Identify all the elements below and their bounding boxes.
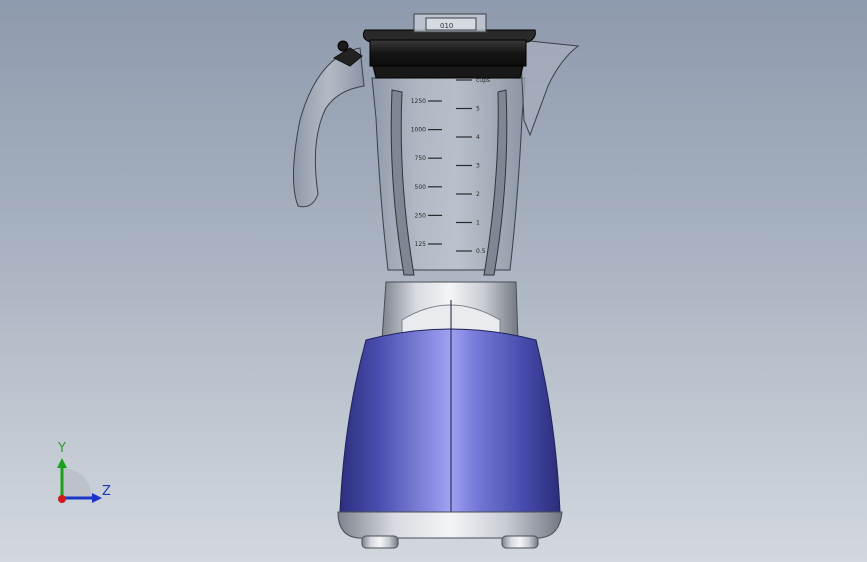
z-axis-label: Z bbox=[102, 484, 111, 499]
scale-label: 250 bbox=[415, 212, 427, 219]
scale-label: 500 bbox=[415, 184, 427, 191]
orientation-triad: Y Z bbox=[48, 438, 128, 518]
scale-label: cups bbox=[476, 77, 490, 84]
y-axis-label: Y bbox=[58, 441, 66, 456]
scale-label: 125 bbox=[415, 241, 427, 248]
jar-handle[interactable] bbox=[293, 40, 365, 208]
scale-label: 1000 bbox=[411, 127, 426, 134]
scale-label: 2 bbox=[476, 191, 480, 198]
motor-base[interactable] bbox=[339, 300, 561, 538]
x-axis-dot bbox=[58, 495, 66, 503]
scale-label: 1250 bbox=[411, 98, 426, 105]
scale-label: 3 bbox=[476, 163, 480, 170]
graphics-viewport[interactable]: 010 1250 1000 750 500 250 125 cups 5 4 3 2 1 0.5 bbox=[0, 0, 867, 562]
scale-label: 5 bbox=[476, 106, 480, 113]
blender-model[interactable]: 010 1250 1000 750 500 250 125 cups 5 4 3 2 1 0.5 bbox=[0, 0, 867, 562]
lid-cap-label: 010 bbox=[440, 22, 453, 30]
scale-label: 4 bbox=[476, 134, 480, 141]
y-axis-arrow bbox=[57, 458, 67, 468]
z-axis-arrow bbox=[92, 493, 102, 503]
lid-cap[interactable]: 010 bbox=[413, 13, 487, 33]
scale-label: 750 bbox=[415, 155, 427, 162]
scale-label: 1 bbox=[476, 220, 480, 227]
scale-label: 0.5 bbox=[476, 248, 486, 255]
base-rim bbox=[337, 511, 563, 539]
lid[interactable] bbox=[362, 29, 536, 79]
